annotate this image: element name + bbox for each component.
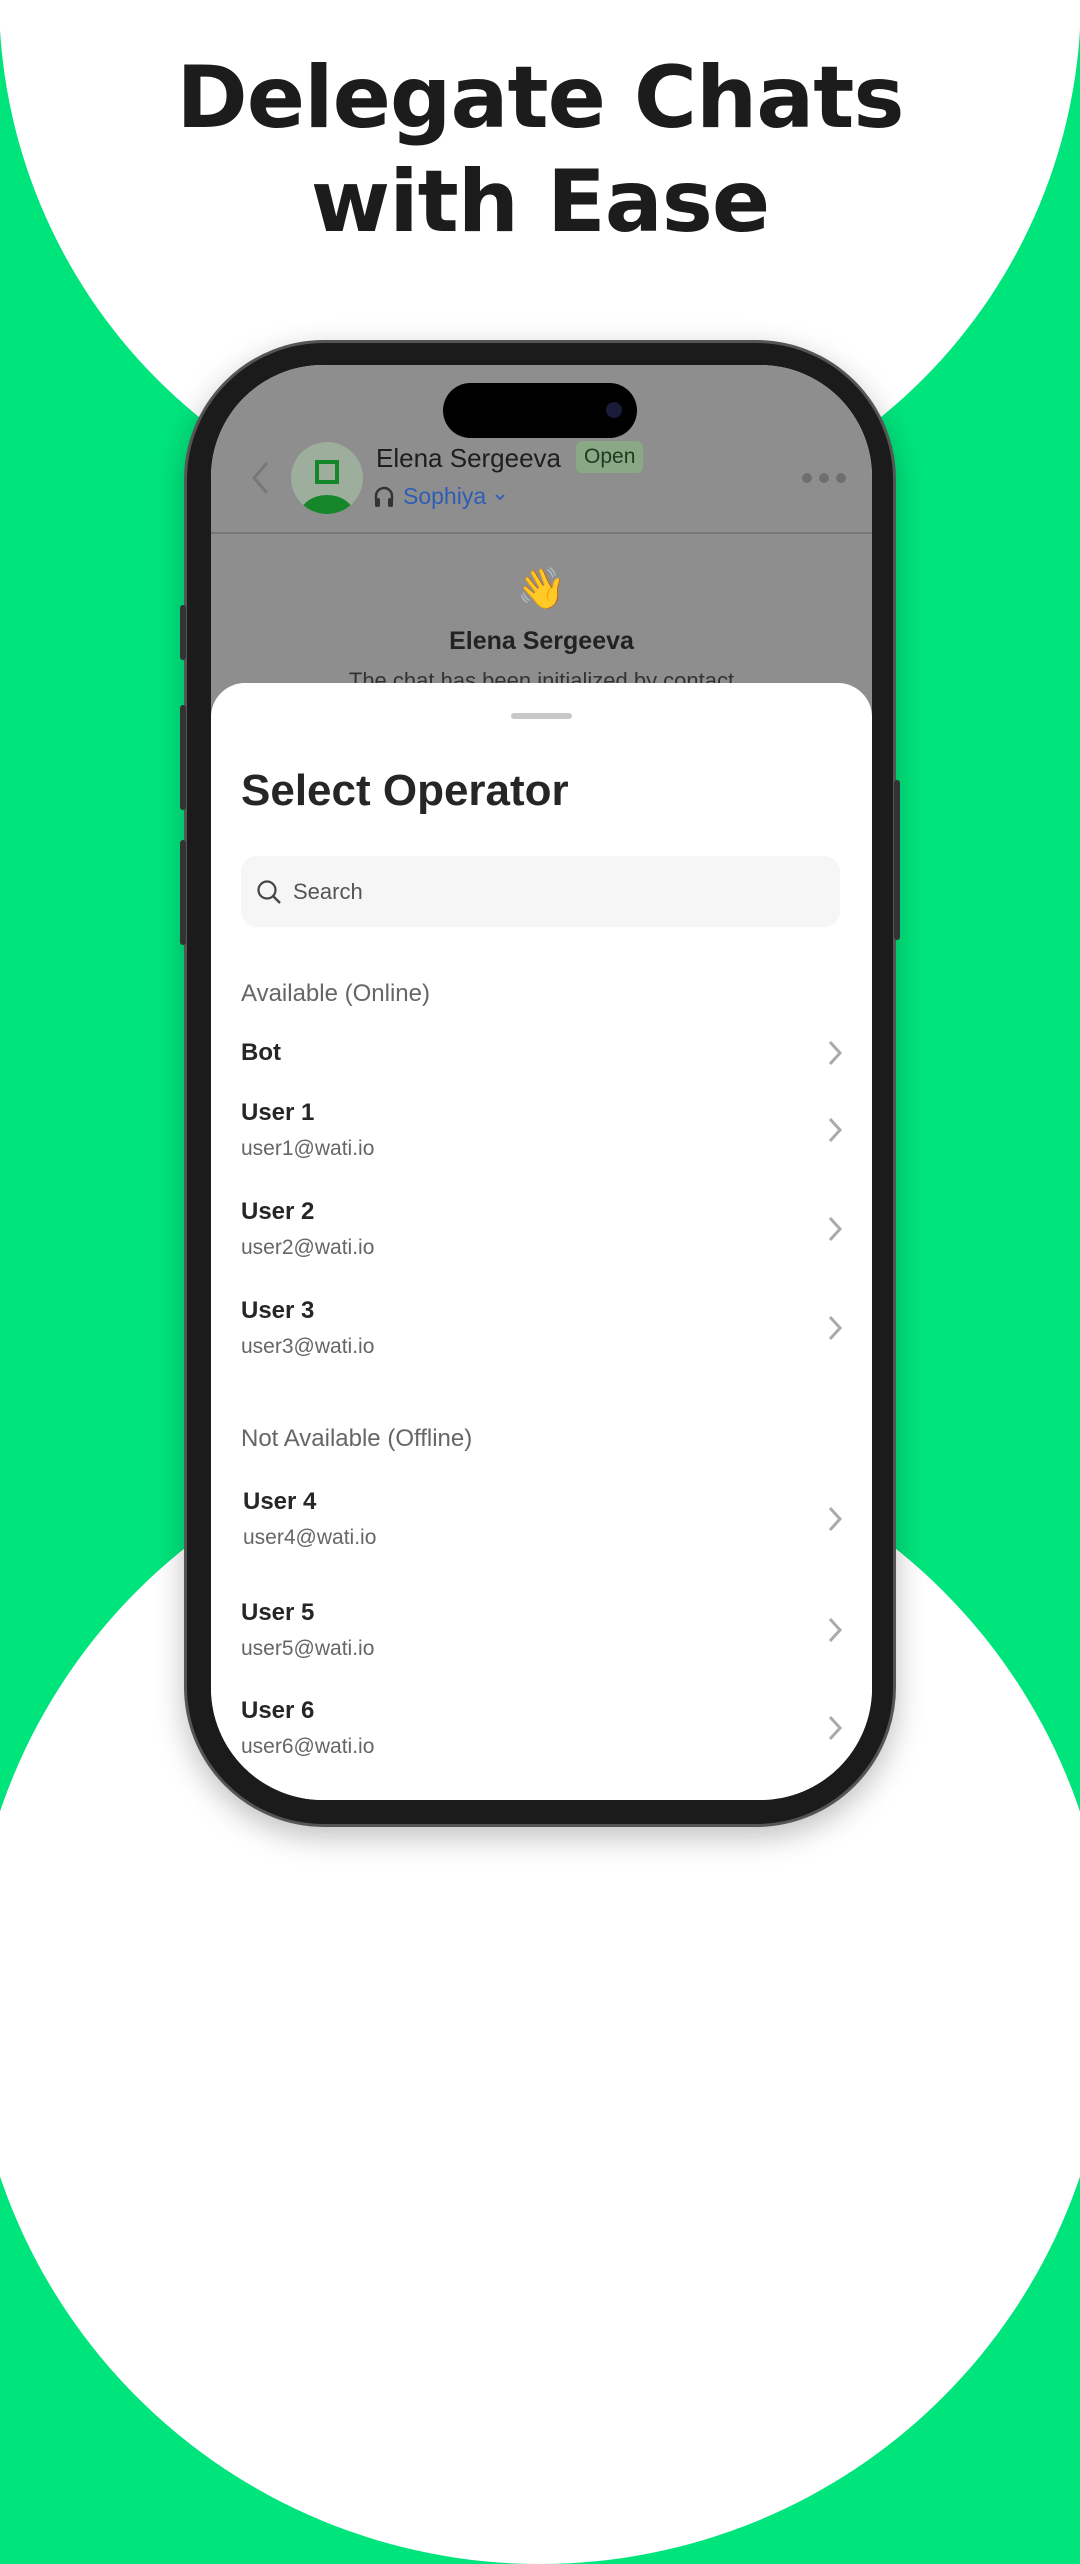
contact-name: Elena Sergeeva <box>376 443 562 473</box>
operator-email: user6@wati.io <box>241 1735 375 1758</box>
phone-volume-down <box>180 840 186 945</box>
chat-contact-name: Elena Sergeeva <box>449 627 634 655</box>
operator-name: User 1 <box>241 1099 315 1126</box>
operator-name: User 5 <box>241 1599 315 1626</box>
search-icon <box>257 879 281 904</box>
chevron-right-icon <box>828 1506 843 1532</box>
operator-email: user3@wati.io <box>241 1335 375 1358</box>
search-placeholder: Search <box>293 878 363 904</box>
dynamic-island <box>443 383 637 438</box>
chevron-right-icon <box>828 1315 843 1341</box>
sheet-drag-handle[interactable] <box>511 713 572 719</box>
sheet-title: Select Operator <box>241 766 569 815</box>
avatar <box>291 442 363 514</box>
chevron-right-icon <box>828 1117 843 1143</box>
headset-icon <box>374 486 394 507</box>
status-badge: Open <box>576 441 644 473</box>
operator-row[interactable]: User 2 user2@wati.io <box>241 1198 843 1260</box>
operator-email: user2@wati.io <box>241 1236 375 1259</box>
phone-power-button <box>894 780 900 940</box>
operator-row-bot[interactable]: Bot <box>241 1033 843 1073</box>
select-operator-sheet: Select Operator Search Available (Online… <box>211 683 872 1800</box>
operator-email: user5@wati.io <box>241 1637 375 1660</box>
operator-email: user1@wati.io <box>241 1137 375 1160</box>
online-section-label: Available (Online) <box>241 980 430 1007</box>
operator-email: user4@wati.io <box>243 1526 377 1549</box>
operator-name: User 6 <box>241 1697 315 1724</box>
search-input[interactable]: Search <box>241 856 840 927</box>
phone-volume-up <box>180 705 186 810</box>
operator-name: Bot <box>241 1039 281 1066</box>
operator-row[interactable]: User 5 user5@wati.io <box>241 1599 843 1661</box>
operator-row[interactable]: User 6 user6@wati.io <box>241 1697 843 1759</box>
assigned-agent-name: Sophiya <box>403 483 487 509</box>
phone-action-button <box>180 605 186 660</box>
operator-name: User 4 <box>243 1488 317 1515</box>
headline-line-1: Delegate Chats <box>176 48 904 148</box>
phone-screen: Elena Sergeeva Open Sophiya 👋 Elena Serg… <box>211 365 872 1800</box>
offline-section-label: Not Available (Offline) <box>241 1425 473 1452</box>
assigned-agent-dropdown[interactable]: Sophiya <box>373 483 506 510</box>
operator-row[interactable]: User 4 user4@wati.io <box>243 1488 843 1550</box>
chevron-down-icon <box>495 493 505 500</box>
operator-name: User 3 <box>241 1297 315 1324</box>
chevron-right-icon <box>828 1617 843 1643</box>
chevron-right-icon <box>828 1040 843 1066</box>
more-horizontal-icon[interactable] <box>801 471 847 485</box>
camera <box>606 402 622 418</box>
headline-line-2: with Ease <box>310 152 771 252</box>
chevron-right-icon <box>828 1715 843 1741</box>
operator-name: User 2 <box>241 1198 315 1225</box>
chevron-left-icon[interactable] <box>249 460 271 496</box>
header-divider <box>211 532 872 534</box>
operator-row[interactable]: User 1 user1@wati.io <box>241 1099 843 1161</box>
operator-row[interactable]: User 3 user3@wati.io <box>241 1297 843 1359</box>
chevron-right-icon <box>828 1216 843 1242</box>
wave-emoji: 👋 <box>516 567 567 611</box>
